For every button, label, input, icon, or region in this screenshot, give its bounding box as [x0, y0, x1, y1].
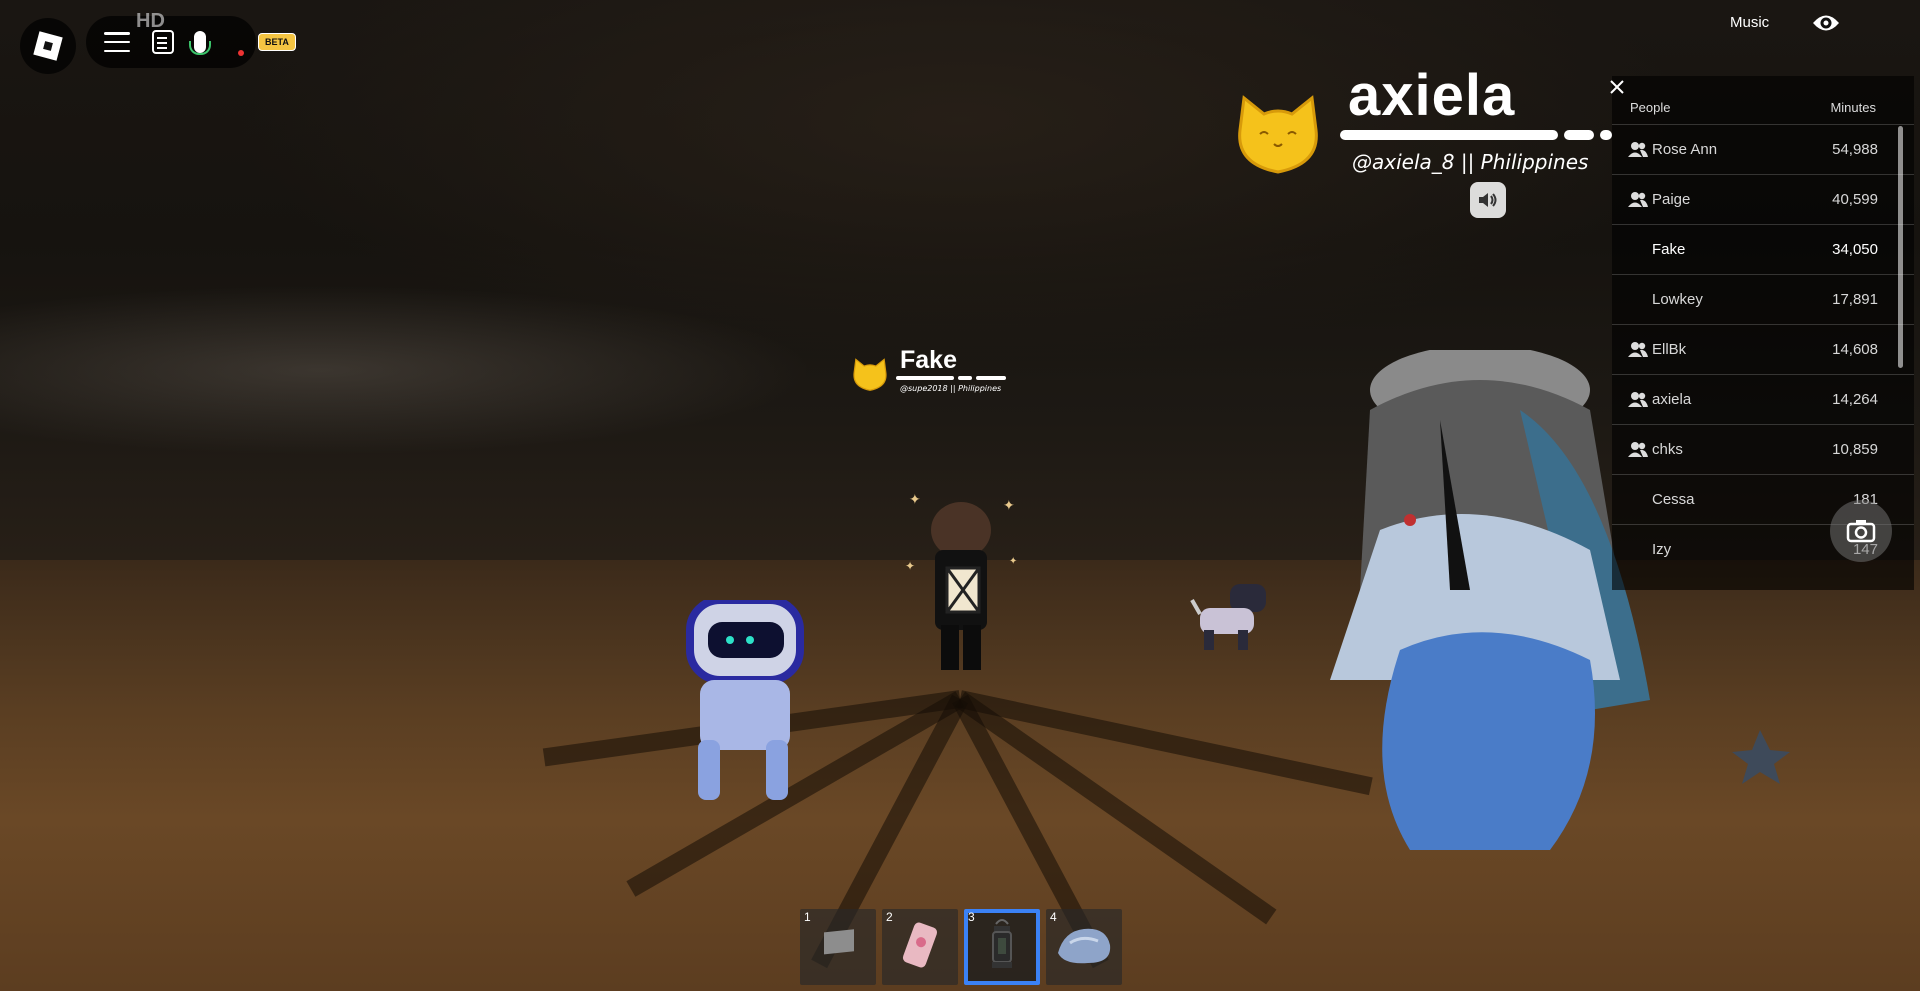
leaderboard-header: People Minutes — [1612, 100, 1914, 122]
nametag-bar — [1564, 130, 1594, 140]
svg-text:✦: ✦ — [905, 559, 915, 573]
hotbar: 1 2 3 4 — [800, 909, 1122, 985]
close-icon[interactable] — [1610, 80, 1624, 94]
nametag-handle: @axiela_8 || Philippines — [1352, 150, 1589, 174]
svg-text:✦: ✦ — [1009, 556, 1017, 567]
player-name: Rose Ann — [1652, 141, 1718, 158]
player-minutes: 17,891 — [1832, 291, 1878, 308]
player-name: Fake — [1652, 241, 1686, 258]
slot-number: 3 — [968, 910, 975, 924]
hd-label: HD — [136, 10, 165, 32]
mic-status-dot — [238, 50, 244, 56]
friend-icon — [1628, 341, 1648, 361]
slot-number: 2 — [886, 910, 893, 924]
hamburger-menu-icon[interactable] — [104, 32, 130, 52]
svg-text:✦: ✦ — [909, 492, 921, 508]
leaderboard-row[interactable]: chks 10,859 — [1612, 424, 1914, 475]
player-name: chks — [1652, 441, 1683, 458]
leaderboard-row[interactable]: EllBk 14,608 — [1612, 324, 1914, 375]
camera-button[interactable] — [1830, 500, 1892, 562]
roblox-menu-button[interactable] — [20, 18, 76, 74]
leaderboard-row[interactable]: axiela 14,264 — [1612, 374, 1914, 425]
leaderboard-row[interactable]: Paige 40,599 — [1612, 174, 1914, 225]
player-minutes: 14,264 — [1832, 391, 1878, 408]
speaker-icon[interactable] — [1470, 182, 1506, 218]
nametag-fake: Fake @supe2018 || Philippines — [850, 344, 1050, 400]
nametag-bar — [896, 376, 954, 380]
nametag-bar — [1340, 130, 1558, 140]
phone-icon — [898, 920, 942, 974]
slot-number: 1 — [804, 910, 811, 924]
friend-icon — [1628, 141, 1648, 161]
player-minutes: 54,988 — [1832, 141, 1878, 158]
friend-icon — [1628, 191, 1648, 211]
beta-badge: BETA — [258, 33, 296, 51]
player-name: Lowkey — [1652, 291, 1703, 308]
player-name: axiela — [1652, 391, 1692, 408]
leaderboard-row[interactable]: Rose Ann 54,988 — [1612, 124, 1914, 175]
hotbar-slot-4[interactable]: 4 — [1046, 909, 1122, 985]
cat-avatar-icon — [853, 358, 887, 391]
player-name: Paige — [1652, 191, 1691, 208]
slot-number: 4 — [1050, 910, 1057, 924]
leaderboard-scrollbar[interactable] — [1898, 126, 1903, 368]
microphone-icon[interactable] — [189, 31, 211, 55]
nametag-name: axiela — [1348, 63, 1516, 128]
friend-icon — [1628, 441, 1648, 461]
friend-icon — [1628, 391, 1648, 411]
chat-icon[interactable] — [152, 30, 174, 54]
hotbar-slot-2[interactable]: 2 — [882, 909, 958, 985]
lantern-icon — [987, 918, 1017, 976]
svg-text:✦: ✦ — [1003, 498, 1015, 514]
robot-dog-pet[interactable] — [670, 600, 830, 810]
nametag-axiela: axiela @axiela_8 || Philippines — [1230, 60, 1612, 210]
player-avatar-fake[interactable]: ✦ ✦ ✦ ✦ — [905, 480, 1025, 680]
leaderboard-row[interactable]: Fake 34,050 — [1612, 224, 1914, 275]
nametag-handle: @supe2018 || Philippines — [900, 384, 1002, 393]
nametag-bar — [958, 376, 972, 380]
rock-icon — [1054, 923, 1114, 971]
small-robot-dog[interactable] — [1190, 578, 1280, 658]
top-bar-menu — [86, 16, 256, 68]
leaderboard-row[interactable]: Lowkey 17,891 — [1612, 274, 1914, 325]
player-minutes: 40,599 — [1832, 191, 1878, 208]
column-people: People — [1630, 100, 1671, 115]
cat-avatar-icon — [1238, 95, 1318, 174]
hotbar-slot-3[interactable]: 3 — [964, 909, 1040, 985]
player-name: EllBk — [1652, 341, 1687, 358]
flag-icon — [818, 927, 858, 967]
camera-icon — [1846, 520, 1876, 543]
roblox-logo-icon — [33, 31, 63, 61]
nametag-bar — [1600, 130, 1612, 140]
music-button[interactable]: Music — [1730, 14, 1769, 31]
column-minutes: Minutes — [1830, 100, 1876, 115]
nametag-name: Fake — [900, 346, 957, 374]
eye-icon[interactable] — [1812, 12, 1840, 34]
player-minutes: 14,608 — [1832, 341, 1878, 358]
nametag-bar — [976, 376, 1006, 380]
hotbar-slot-1[interactable]: 1 — [800, 909, 876, 985]
player-minutes: 34,050 — [1832, 241, 1878, 258]
player-name: Izy — [1652, 541, 1672, 558]
player-name: Cessa — [1652, 491, 1695, 508]
player-minutes: 10,859 — [1832, 441, 1878, 458]
